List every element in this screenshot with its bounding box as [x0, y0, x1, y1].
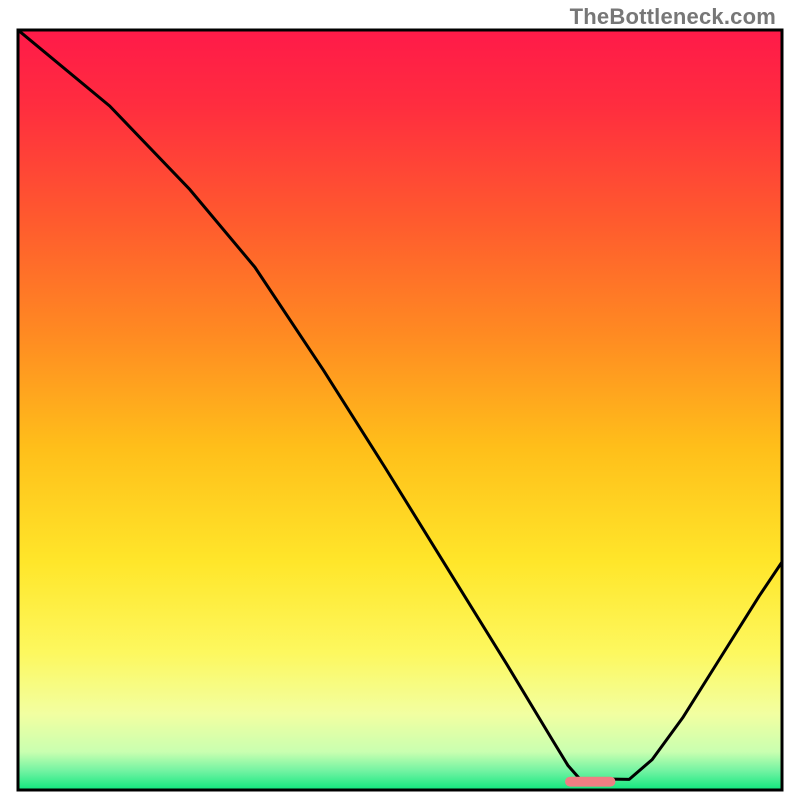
optimal-marker — [565, 777, 615, 787]
watermark-text: TheBottleneck.com — [570, 4, 776, 30]
gradient-background — [18, 30, 782, 790]
chart-container: TheBottleneck.com — [0, 0, 800, 800]
chart-svg — [0, 0, 800, 800]
